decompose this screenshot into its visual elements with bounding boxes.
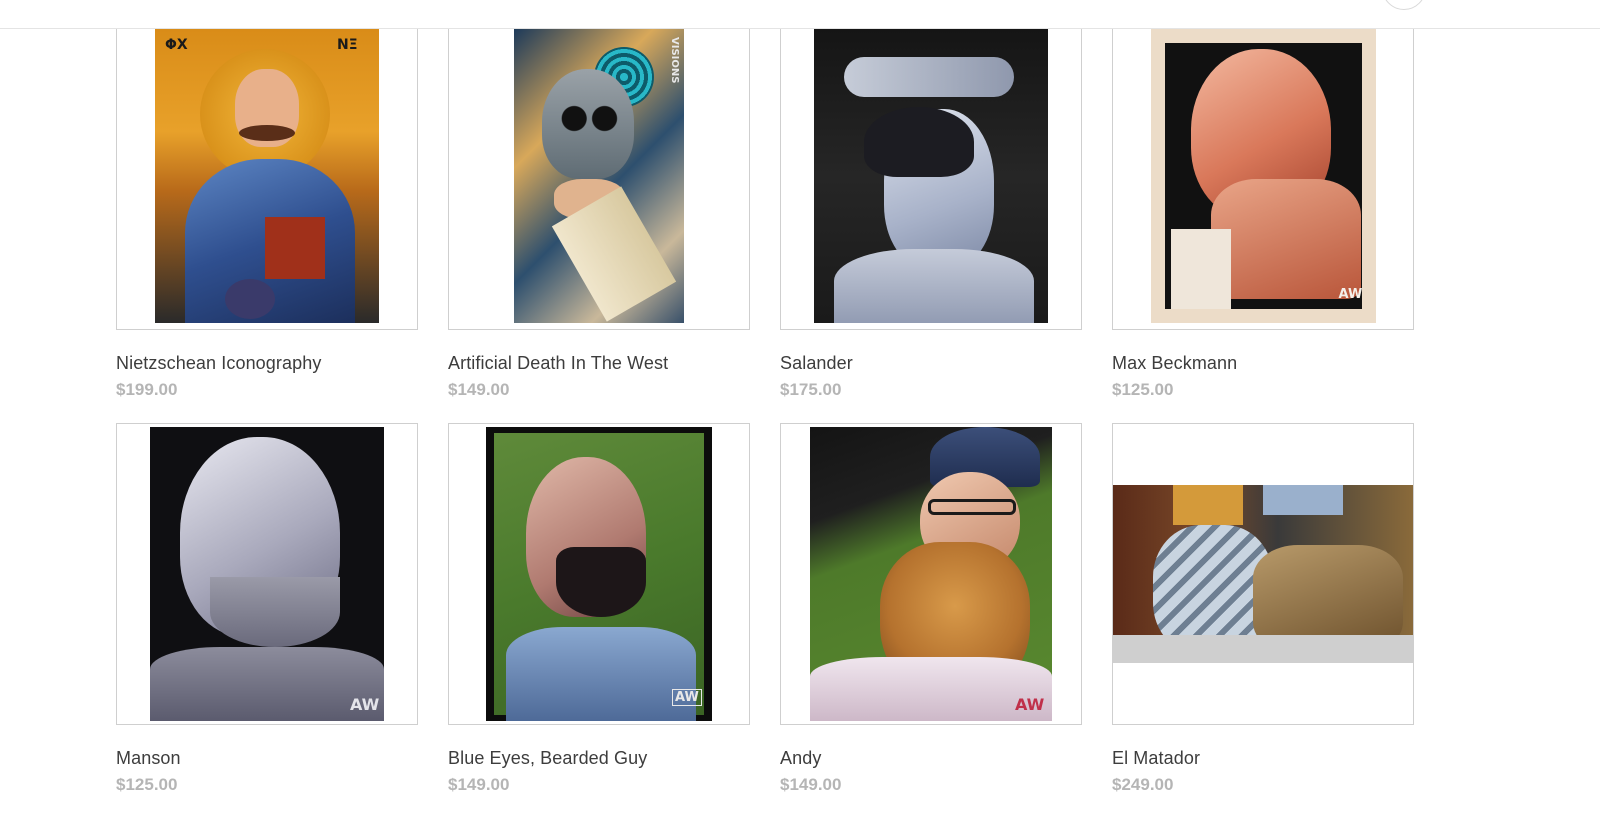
product-title[interactable]: Nietzschean Iconography [116, 352, 418, 374]
product-card[interactable]: AW Manson $125.00 [116, 423, 418, 795]
product-image[interactable]: AW [486, 427, 712, 721]
product-image-frame[interactable]: AW [1112, 29, 1414, 330]
product-image[interactable]: AW [810, 427, 1052, 721]
top-header-bar [0, 0, 1600, 29]
product-image-frame[interactable] [1112, 423, 1414, 725]
product-title[interactable]: Salander [780, 352, 1082, 374]
product-image[interactable]: AW [150, 427, 384, 721]
product-image-frame[interactable]: VISIONS [448, 29, 750, 330]
product-title[interactable]: El Matador [1112, 747, 1414, 769]
product-card[interactable]: ΦΧ ΝΞ Nietzschean Iconography $199.00 [116, 29, 418, 400]
product-image-frame[interactable]: AW [116, 423, 418, 725]
product-image-frame[interactable] [780, 29, 1082, 330]
product-price: $175.00 [780, 380, 842, 399]
product-title[interactable]: Andy [780, 747, 1082, 769]
product-image-frame[interactable]: AW [780, 423, 1082, 725]
product-image[interactable] [814, 29, 1048, 323]
product-card[interactable]: VISIONS Artificial Death In The West $14… [448, 29, 750, 400]
product-card[interactable]: El Matador $249.00 [1112, 423, 1414, 795]
product-title[interactable]: Max Beckmann [1112, 352, 1414, 374]
product-price: $125.00 [116, 775, 178, 794]
product-image-frame[interactable]: ΦΧ ΝΞ [116, 29, 418, 330]
product-image[interactable]: ΦΧ ΝΞ [155, 29, 379, 323]
product-price: $199.00 [116, 380, 178, 399]
product-title[interactable]: Blue Eyes, Bearded Guy [448, 747, 750, 769]
product-price: $149.00 [448, 775, 510, 794]
product-price: $249.00 [1112, 775, 1174, 794]
product-image[interactable]: AW [1150, 29, 1376, 323]
product-price: $149.00 [448, 380, 510, 399]
product-title[interactable]: Artificial Death In The West [448, 352, 750, 374]
product-title[interactable]: Manson [116, 747, 418, 769]
product-card[interactable]: AW Max Beckmann $125.00 [1112, 29, 1414, 400]
product-card[interactable]: AW Andy $149.00 [780, 423, 1082, 795]
product-card[interactable]: AW Blue Eyes, Bearded Guy $149.00 [448, 423, 750, 795]
product-card[interactable]: Salander $175.00 [780, 29, 1082, 400]
header-circle-button[interactable] [1382, 0, 1426, 10]
product-price: $149.00 [780, 775, 842, 794]
product-image-frame[interactable]: AW [448, 423, 750, 725]
product-image[interactable]: VISIONS [514, 29, 684, 323]
product-price: $125.00 [1112, 380, 1174, 399]
product-image[interactable] [1113, 485, 1413, 663]
